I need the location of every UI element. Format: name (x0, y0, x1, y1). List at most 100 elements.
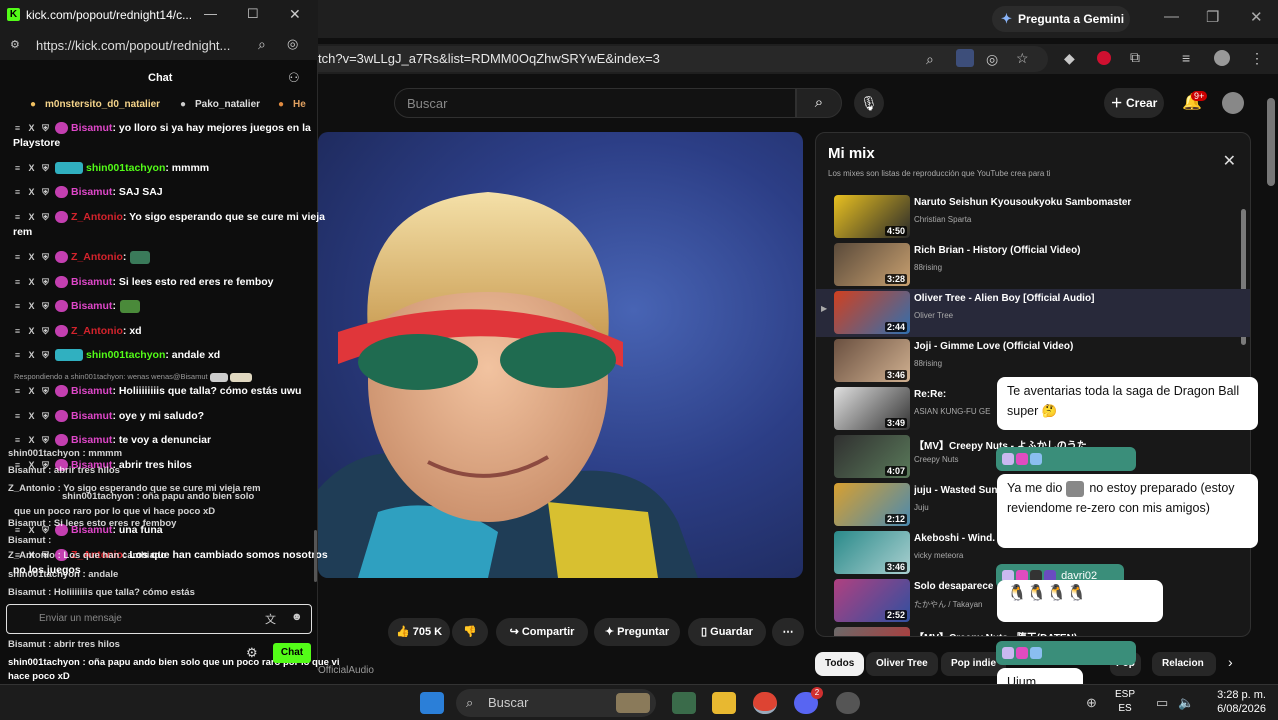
profile-icon[interactable] (1214, 50, 1230, 66)
chat-scrollbar[interactable] (314, 530, 317, 582)
mod-shield-icon[interactable]: ⛨ (41, 212, 50, 222)
timeout-icon[interactable]: X (27, 386, 36, 396)
chat-message[interactable]: ≡ X ⛨ Z_Antonio: (13, 250, 152, 265)
taskbar-search[interactable]: ⌕ Buscar (456, 689, 656, 717)
chat-message[interactable]: ≡ X ⛨ Bisamut: Holiiiiiiiis que talla? cómo… (13, 384, 301, 399)
message-menu-icon[interactable]: ≡ (13, 435, 22, 445)
search-icon[interactable]: ⌕ (796, 88, 842, 118)
translate-icon[interactable]: 文 (265, 611, 276, 627)
mod-shield-icon[interactable]: ⛨ (41, 435, 50, 445)
app-icon[interactable] (672, 692, 696, 714)
language-indicator[interactable]: ESP ES (1115, 685, 1135, 716)
message-menu-icon[interactable]: ≡ (13, 187, 22, 197)
message-menu-icon[interactable]: ≡ (13, 386, 22, 396)
chat-username[interactable]: Z_Antonio (71, 211, 123, 223)
minimize-icon[interactable]: — (204, 6, 217, 21)
network-icon[interactable]: ▭ (1156, 695, 1168, 711)
chip-relacionados[interactable]: Relacion (1152, 652, 1216, 676)
minimize-icon[interactable]: — (1164, 8, 1179, 25)
chip-oliver-tree[interactable]: Oliver Tree (866, 652, 938, 676)
save-button[interactable]: ▯ Guardar (688, 618, 766, 646)
timeout-icon[interactable]: X (27, 212, 36, 222)
mod-shield-icon[interactable]: ⛨ (41, 187, 50, 197)
create-button[interactable]: ＋ Crear (1104, 88, 1164, 118)
tray-icon[interactable]: ⊕ (1086, 695, 1097, 711)
timeout-icon[interactable]: X (27, 350, 36, 360)
chat-message[interactable]: ≡ X ⛨ Bisamut: Si lees esto red eres re fem… (13, 275, 274, 290)
mod-shield-icon[interactable]: ⛨ (41, 277, 50, 287)
timeout-icon[interactable]: X (27, 301, 36, 311)
gemini-button[interactable]: ✦ Pregunta a Gemini (992, 6, 1130, 32)
mod-shield-icon[interactable]: ⛨ (41, 326, 50, 336)
mix-item[interactable]: 3:28 Rich Brian - History (Official Video… (816, 241, 1250, 289)
adblock-icon[interactable] (1097, 51, 1111, 65)
youtube-search-input[interactable]: Buscar (394, 88, 796, 118)
chat-username[interactable]: shin001tachyon (86, 349, 165, 361)
chat-input[interactable]: Enviar un mensaje 文 ☻ (6, 604, 312, 634)
timeout-icon[interactable]: X (27, 411, 36, 421)
close-icon[interactable]: ✕ (1223, 151, 1236, 171)
emoji-icon[interactable]: ☻ (291, 611, 303, 623)
timeout-icon[interactable]: X (27, 163, 36, 173)
chrome-icon[interactable] (753, 692, 777, 714)
mod-shield-icon[interactable]: ⛨ (41, 350, 50, 360)
windows-start-icon[interactable] (420, 692, 444, 714)
volume-icon[interactable]: 🔈 (1178, 695, 1194, 711)
message-menu-icon[interactable]: ≡ (13, 350, 22, 360)
users-icon[interactable]: ⚇ (288, 70, 300, 86)
media-icon[interactable]: ≡ (1182, 50, 1190, 66)
eye-off-icon[interactable]: ◎ (986, 51, 998, 68)
chat-username[interactable]: Z_Antonio (71, 325, 123, 337)
chat-username[interactable]: Bisamut (71, 186, 112, 198)
zoom-icon[interactable]: ⌕ (258, 36, 266, 53)
bookmark-star-icon[interactable]: ☆ (1016, 50, 1029, 67)
kebab-menu-icon[interactable]: ⋮ (1250, 50, 1264, 67)
taskbar-clock[interactable]: 3:28 p. m. 6/08/2026 (1208, 685, 1266, 716)
message-menu-icon[interactable]: ≡ (13, 277, 22, 287)
timeout-icon[interactable]: X (27, 252, 36, 262)
chat-username[interactable]: Bisamut (71, 300, 112, 312)
zoom-icon[interactable]: ⌕ (926, 51, 934, 68)
timeout-icon[interactable]: X (27, 123, 36, 133)
video-player[interactable] (318, 132, 803, 578)
file-explorer-icon[interactable] (712, 692, 736, 714)
chat-username[interactable]: Bisamut (71, 434, 112, 446)
mix-item[interactable]: 【MV】Creepy Nuts - 堕天(DATEN) (816, 625, 1250, 636)
app-icon[interactable] (836, 692, 860, 714)
restore-icon[interactable]: ❐ (1206, 8, 1219, 26)
chat-message[interactable]: ≡ X ⛨ Bisamut: te voy a denunciar (13, 433, 211, 448)
close-icon[interactable]: ✕ (289, 6, 301, 23)
mod-shield-icon[interactable]: ⛨ (41, 252, 50, 262)
chat-username[interactable]: Bisamut (71, 122, 112, 134)
mix-item[interactable]: 2:44 ▶ Oliver Tree - Alien Boy [Official A… (816, 289, 1250, 337)
timeout-icon[interactable]: X (27, 326, 36, 336)
chevron-right-icon[interactable]: › (1228, 654, 1233, 670)
chat-message[interactable]: ≡ X ⛨ shin001tachyon: andale xd (13, 348, 220, 363)
restore-icon[interactable]: ☐ (247, 6, 259, 22)
mod-shield-icon[interactable]: ⛨ (41, 386, 50, 396)
mod-shield-icon[interactable]: ⛨ (41, 123, 50, 133)
site-info-icon[interactable]: ⚙ (10, 38, 20, 51)
chat-message[interactable]: ≡ X ⛨ Bisamut: yo lloro si ya hay mejores j… (13, 121, 311, 151)
chat-username[interactable]: shin001tachyon (86, 162, 165, 174)
extension-icon[interactable]: ◆ (1064, 50, 1075, 67)
timeout-icon[interactable]: X (27, 277, 36, 287)
page-scrollbar[interactable] (1267, 98, 1275, 186)
puzzle-icon[interactable]: ⧉ (1130, 49, 1140, 66)
cast-icon[interactable] (956, 49, 974, 67)
message-menu-icon[interactable]: ≡ (13, 411, 22, 421)
eye-off-icon[interactable]: ◎ (287, 36, 298, 52)
message-menu-icon[interactable]: ≡ (13, 123, 22, 133)
message-menu-icon[interactable]: ≡ (13, 301, 22, 311)
share-button[interactable]: ↪ Compartir (496, 618, 588, 646)
message-menu-icon[interactable]: ≡ (13, 326, 22, 336)
chat-message[interactable]: ≡ X ⛨ Z_Antonio: Yo sigo esperando que se c… (13, 210, 325, 240)
like-button[interactable]: 👍 705 K (388, 618, 450, 646)
chip-todos[interactable]: Todos (815, 652, 865, 676)
close-icon[interactable]: ✕ (1250, 8, 1263, 26)
mod-shield-icon[interactable]: ⛨ (41, 411, 50, 421)
mix-item[interactable]: 4:50 Naruto Seishun Kyousoukyoku Sambomas… (816, 193, 1250, 241)
message-menu-icon[interactable]: ≡ (13, 212, 22, 222)
message-menu-icon[interactable]: ≡ (13, 252, 22, 262)
dislike-button[interactable]: 👎 (452, 618, 488, 646)
